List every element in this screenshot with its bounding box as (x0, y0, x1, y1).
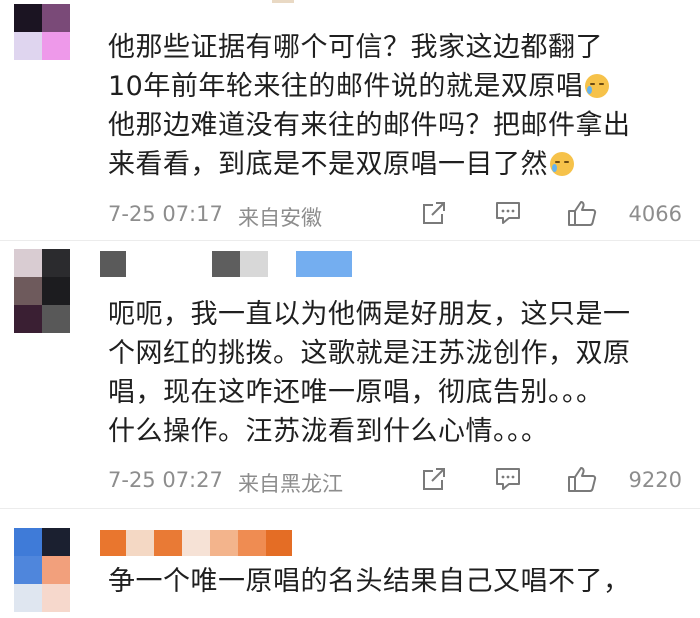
comment-text-line: 呃呃，我一直以为他俩是好朋友，这只是一 (108, 299, 631, 330)
comment-text-segment: 10年前年轮来往的邮件说的就是双原唱 (108, 71, 584, 102)
comment-text-line: 来看看，到底是不是双原唱一目了然 (108, 145, 682, 184)
comment-meta: 7-25 07:27 来自黑龙江 9220 (108, 465, 682, 496)
avatar-pixel (14, 556, 42, 584)
comment-text-line: 唱，现在这咋还唯一原唱，彻底告别。。。 (108, 377, 604, 408)
avatar-pixel (14, 277, 42, 305)
avatar-pixel (14, 305, 42, 333)
comment-text-line: 他那边难道没有来往的邮件吗？把邮件拿出 (108, 110, 631, 141)
comment-text: 争一个唯一原唱的名头结果自己又唱不了， (108, 562, 682, 601)
username[interactable] (100, 251, 126, 277)
avatar-pixel (14, 528, 42, 556)
avatar-pixel (14, 249, 42, 277)
avatar-pixel (14, 4, 42, 32)
username-tail (212, 251, 268, 277)
avatar-pixel (42, 277, 70, 305)
divider (0, 240, 700, 241)
comment-text-line: 什么操作。汪苏泷看到什么心情。。。 (108, 416, 549, 447)
comment-text-line: 个网红的挑拨。这歌就是汪苏泷创作，双原 (108, 338, 631, 369)
comment-text: 他那些证据有哪个可信？我家这边都翻了 10年前年轮来往的邮件说的就是双原唱 他那… (108, 28, 682, 184)
share-icon[interactable] (420, 199, 448, 227)
avatar-pixel (42, 528, 70, 556)
avatar[interactable] (14, 4, 70, 60)
comment-feed: 他那些证据有哪个可信？我家这边都翻了 10年前年轮来往的邮件说的就是双原唱 他那… (0, 0, 700, 618)
comment-text-segment: 来看看，到底是不是双原唱一目了然 (108, 149, 548, 180)
avatar-pixel (42, 249, 70, 277)
username[interactable] (100, 530, 292, 556)
avatar-pixel (42, 556, 70, 584)
share-icon[interactable] (420, 465, 448, 493)
thumbs-up-icon[interactable] (566, 465, 598, 493)
avatar-pixel (42, 305, 70, 333)
comment-location: 来自安徽 (238, 206, 322, 230)
comment-icon[interactable] (494, 465, 522, 493)
avatar-pixel (42, 584, 70, 612)
user-badge (296, 251, 352, 277)
comment-time: 7-25 07:27 (108, 468, 223, 492)
comment-location: 来自黑龙江 (238, 472, 343, 496)
comment-text: 呃呃，我一直以为他俩是好朋友，这只是一 个网红的挑拨。这歌就是汪苏泷创作，双原 … (108, 295, 682, 451)
avatar-pixel (42, 4, 70, 32)
avatar-pixel (14, 32, 42, 60)
comment-text-line: 10年前年轮来往的邮件说的就是双原唱 (108, 67, 682, 106)
comment-icon[interactable] (494, 199, 522, 227)
comment-time: 7-25 07:17 (108, 202, 223, 226)
avatar-pixel (42, 32, 70, 60)
like-count: 4066 (628, 202, 682, 226)
divider (0, 508, 700, 509)
avatar[interactable] (14, 249, 70, 333)
comment-text-line: 他那些证据有哪个可信？我家这边都翻了 (108, 32, 603, 63)
crying-face-icon (585, 74, 610, 98)
thumbs-up-icon[interactable] (566, 199, 598, 227)
avatar[interactable] (14, 528, 70, 612)
avatar-pixel (14, 584, 42, 612)
crying-face-icon (550, 152, 574, 176)
scroll-remnant (272, 0, 294, 3)
like-count: 9220 (628, 468, 682, 492)
comment-text-line: 争一个唯一原唱的名头结果自己又唱不了， (108, 566, 631, 597)
comment-meta: 7-25 07:17 来自安徽 4066 (108, 199, 682, 230)
